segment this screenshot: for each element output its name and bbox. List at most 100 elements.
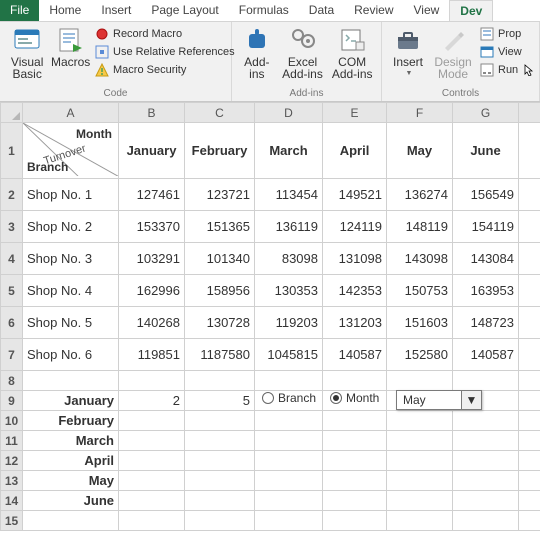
- cell[interactable]: [453, 411, 519, 431]
- row-header[interactable]: 10: [1, 411, 23, 431]
- month-list-cell[interactable]: May: [23, 471, 119, 491]
- cell[interactable]: [387, 451, 453, 471]
- tab-home[interactable]: Home: [39, 0, 91, 21]
- value-cell[interactable]: 130353: [255, 275, 323, 307]
- cell[interactable]: [387, 431, 453, 451]
- run-dialog-button[interactable]: Run: [476, 62, 530, 78]
- row-header[interactable]: 9: [1, 391, 23, 411]
- branch-cell[interactable]: Shop No. 6: [23, 339, 119, 371]
- cell[interactable]: [387, 511, 453, 531]
- cell[interactable]: [185, 511, 255, 531]
- value-cell[interactable]: 151365: [185, 211, 255, 243]
- cell[interactable]: [323, 411, 387, 431]
- col-header[interactable]: C: [185, 103, 255, 123]
- cell[interactable]: [519, 307, 540, 339]
- insert-control-button[interactable]: Insert ▼: [386, 24, 430, 80]
- visual-basic-button[interactable]: Visual Basic: [4, 24, 50, 80]
- month-header[interactable]: January: [119, 123, 185, 179]
- month-list-cell[interactable]: March: [23, 431, 119, 451]
- cell[interactable]: [387, 491, 453, 511]
- month-list-cell[interactable]: February: [23, 411, 119, 431]
- chevron-down-icon[interactable]: ▼: [461, 391, 481, 409]
- tab-developer[interactable]: Dev: [449, 0, 493, 21]
- cell[interactable]: [519, 339, 540, 371]
- value-cell[interactable]: 124119: [323, 211, 387, 243]
- cell[interactable]: [185, 431, 255, 451]
- value-cell[interactable]: 143098: [387, 243, 453, 275]
- cell[interactable]: [519, 471, 540, 491]
- cell[interactable]: [119, 411, 185, 431]
- cell[interactable]: [323, 471, 387, 491]
- row-header[interactable]: 8: [1, 371, 23, 391]
- cell[interactable]: [519, 511, 540, 531]
- tab-insert[interactable]: Insert: [91, 0, 141, 21]
- cell[interactable]: [185, 371, 255, 391]
- cell[interactable]: [119, 471, 185, 491]
- row-header[interactable]: 5: [1, 275, 23, 307]
- design-mode-button[interactable]: Design Mode: [430, 24, 476, 80]
- value-cell[interactable]: 130728: [185, 307, 255, 339]
- value-cell[interactable]: 123721: [185, 179, 255, 211]
- tab-page-layout[interactable]: Page Layout: [141, 0, 228, 21]
- value-cell[interactable]: 83098: [255, 243, 323, 275]
- cell[interactable]: [323, 451, 387, 471]
- cell[interactable]: [119, 491, 185, 511]
- month-list-cell[interactable]: April: [23, 451, 119, 471]
- cell[interactable]: [323, 371, 387, 391]
- cell[interactable]: [453, 431, 519, 451]
- month-header[interactable]: June: [453, 123, 519, 179]
- cell[interactable]: [119, 371, 185, 391]
- month-header[interactable]: March: [255, 123, 323, 179]
- col-header[interactable]: [519, 103, 540, 123]
- branch-cell[interactable]: Shop No. 2: [23, 211, 119, 243]
- value-cell[interactable]: 1187580: [185, 339, 255, 371]
- value-cell[interactable]: 156549: [453, 179, 519, 211]
- value-cell[interactable]: 148723: [453, 307, 519, 339]
- cell[interactable]: [255, 431, 323, 451]
- tab-view[interactable]: View: [404, 0, 450, 21]
- cell[interactable]: [519, 211, 540, 243]
- value-cell[interactable]: 103291: [119, 243, 185, 275]
- month-header[interactable]: February: [185, 123, 255, 179]
- value-cell[interactable]: 140587: [323, 339, 387, 371]
- cell[interactable]: [255, 511, 323, 531]
- value-cell[interactable]: 119203: [255, 307, 323, 339]
- value-cell[interactable]: 127461: [119, 179, 185, 211]
- cell[interactable]: [519, 371, 540, 391]
- value-cell[interactable]: 152580: [387, 339, 453, 371]
- cell[interactable]: [323, 491, 387, 511]
- col-header[interactable]: B: [119, 103, 185, 123]
- cell[interactable]: [453, 511, 519, 531]
- cell[interactable]: [519, 431, 540, 451]
- value-cell[interactable]: 150753: [387, 275, 453, 307]
- cell[interactable]: [519, 411, 540, 431]
- cell[interactable]: [119, 431, 185, 451]
- value-cell[interactable]: 143084: [453, 243, 519, 275]
- cell[interactable]: [255, 371, 323, 391]
- value-cell[interactable]: 113454: [255, 179, 323, 211]
- cell[interactable]: [519, 451, 540, 471]
- tab-formulas[interactable]: Formulas: [229, 0, 299, 21]
- macro-security-button[interactable]: Macro Security: [91, 62, 227, 78]
- cell[interactable]: [255, 471, 323, 491]
- branch-cell[interactable]: Shop No. 4: [23, 275, 119, 307]
- col-header[interactable]: E: [323, 103, 387, 123]
- use-relative-references-button[interactable]: Use Relative References: [91, 44, 227, 60]
- month-header[interactable]: April: [323, 123, 387, 179]
- cell[interactable]: [387, 371, 453, 391]
- cell[interactable]: [255, 491, 323, 511]
- cell[interactable]: [387, 471, 453, 491]
- value-cell[interactable]: 154119: [453, 211, 519, 243]
- tab-review[interactable]: Review: [344, 0, 403, 21]
- cell[interactable]: [453, 451, 519, 471]
- row-header[interactable]: 15: [1, 511, 23, 531]
- cell[interactable]: [323, 511, 387, 531]
- value-cell[interactable]: 131203: [323, 307, 387, 339]
- col-header[interactable]: A: [23, 103, 119, 123]
- record-macro-button[interactable]: Record Macro: [91, 26, 227, 42]
- row-header[interactable]: 14: [1, 491, 23, 511]
- tab-file[interactable]: File: [0, 0, 39, 21]
- excel-addins-button[interactable]: Excel Add-ins: [278, 24, 328, 80]
- branch-cell[interactable]: Shop No. 5: [23, 307, 119, 339]
- cell[interactable]: [185, 411, 255, 431]
